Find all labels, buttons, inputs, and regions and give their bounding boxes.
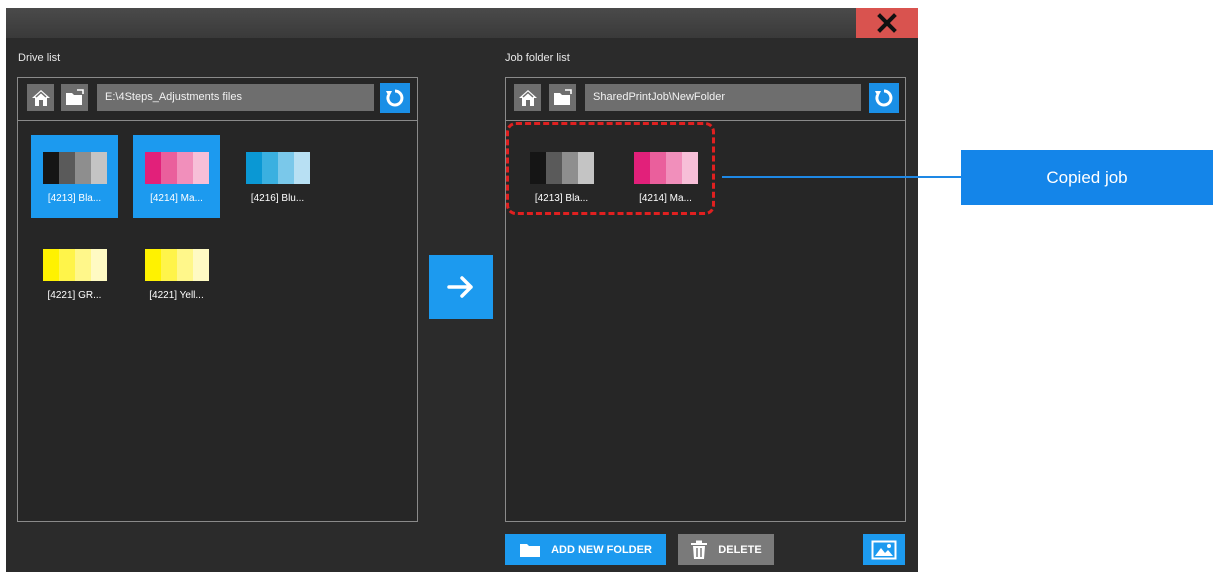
refresh-icon [875,89,893,107]
job-tile[interactable]: [4221] GR... [31,232,118,315]
folder-open-icon [553,88,572,105]
copy-to-folder-button[interactable] [429,255,493,319]
color-swatch-thumbnail [43,152,107,184]
drive-list-panel: E:\4Steps_Adjustments files [4213] Bla..… [17,77,418,522]
copied-job-callout: Copied job [961,150,1213,205]
folder-icon [520,543,541,557]
job-tile[interactable]: [4221] Yell... [133,232,220,315]
color-swatch-thumbnail [145,249,209,281]
job-tile-label: [4214] Ma... [150,193,203,204]
job-folder-list-label: Job folder list [505,52,570,64]
home-icon [518,89,537,106]
home-button[interactable] [27,84,54,111]
job-tile[interactable]: [4214] Ma... [133,135,220,218]
image-icon [871,540,897,559]
job-tile-label: [4216] Blu... [250,193,305,204]
arrow-right-icon [447,276,473,298]
delete-button[interactable]: DELETE [678,534,774,565]
job-path-field[interactable]: SharedPrintJob\NewFolder [585,84,861,111]
color-swatch-thumbnail [43,249,107,281]
drive-path-field[interactable]: E:\4Steps_Adjustments files [97,84,374,111]
add-new-folder-button[interactable]: ADD NEW FOLDER [505,534,666,565]
job-tile-label: [4213] Bla... [47,193,102,204]
delete-label: DELETE [718,543,762,556]
open-folder-button[interactable] [61,84,88,111]
close-button[interactable] [856,8,918,38]
image-view-button[interactable] [863,534,905,565]
refresh-icon [386,89,404,107]
job-tile-label: [4221] Yell... [149,290,204,301]
drive-refresh-button[interactable] [380,83,410,113]
copied-job-highlight [506,122,715,215]
job-tile-label: [4221] GR... [47,290,102,301]
copy-job-dialog: Drive list Job folder list E:\4Steps_Adj… [6,8,918,572]
job-tile[interactable]: [4216] Blu... [234,135,321,218]
color-swatch-thumbnail [145,152,209,184]
color-swatch-thumbnail [246,152,310,184]
dialog-titlebar [6,8,918,38]
callout-connector-line [722,176,962,178]
job-tile[interactable]: [4213] Bla... [31,135,118,218]
job-home-button[interactable] [514,84,541,111]
job-path-bar: SharedPrintJob\NewFolder [506,78,905,121]
drive-path-bar: E:\4Steps_Adjustments files [18,78,417,121]
folder-open-icon [65,88,84,105]
drive-list-label: Drive list [18,52,61,64]
home-icon [31,89,50,106]
add-new-folder-label: ADD NEW FOLDER [551,543,652,556]
job-refresh-button[interactable] [869,83,899,113]
job-open-folder-button[interactable] [549,84,576,111]
close-x-icon [877,13,897,33]
trash-icon [691,540,708,559]
